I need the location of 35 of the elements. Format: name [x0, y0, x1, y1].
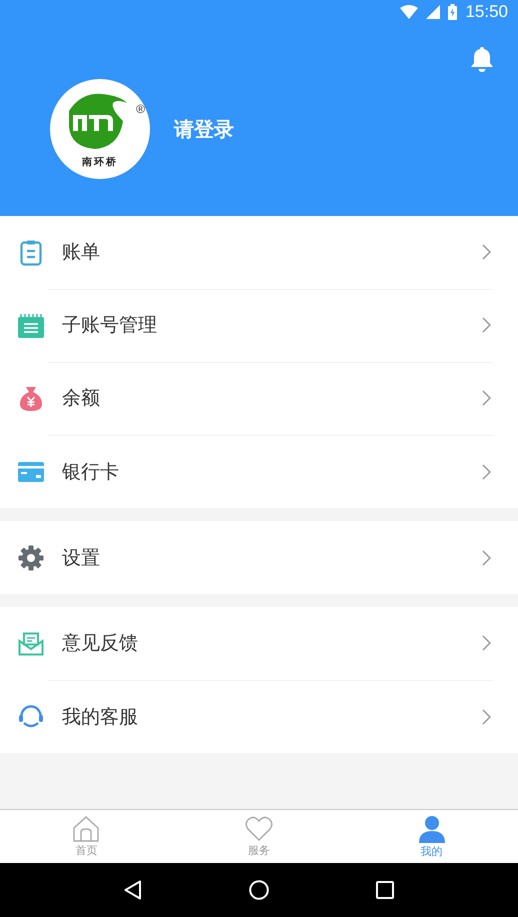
status-time: 15:50	[465, 2, 508, 22]
logo-badge[interactable]: ® 南环桥	[50, 79, 150, 179]
menu-item[interactable]: 账单	[0, 216, 518, 289]
menu-item[interactable]: 设置	[0, 521, 518, 594]
money-bag-icon	[19, 386, 43, 412]
headset-icon	[18, 704, 44, 730]
chevron-right-icon	[482, 317, 491, 333]
menu-item[interactable]: 银行卡	[0, 435, 518, 508]
heart-icon	[245, 816, 273, 842]
home-button-icon[interactable]	[248, 880, 269, 900]
settings-icon	[18, 544, 44, 570]
home-icon	[73, 816, 100, 842]
clipboard-icon	[20, 240, 42, 266]
menu-item[interactable]: 意见反馈	[0, 607, 518, 680]
chevron-right-icon	[482, 244, 491, 260]
chevron-right-icon	[482, 708, 491, 724]
menu-item[interactable]: 余额	[0, 362, 518, 435]
battery-icon	[448, 4, 458, 20]
bank-card-icon	[18, 462, 44, 482]
chevron-right-icon	[482, 550, 491, 566]
back-icon[interactable]	[124, 880, 142, 900]
chevron-right-icon	[482, 390, 491, 406]
envelope-icon	[18, 632, 44, 656]
bell-icon[interactable]	[470, 46, 494, 73]
chevron-right-icon	[482, 635, 491, 651]
wifi-icon	[400, 5, 418, 19]
signal-icon	[426, 5, 440, 19]
menu-item[interactable]: 我的客服	[0, 680, 518, 753]
chevron-right-icon	[482, 464, 491, 480]
person-icon	[418, 814, 446, 842]
recents-icon[interactable]	[376, 881, 394, 899]
logo-caption: 南环桥	[82, 156, 118, 169]
registered-mark: ®	[136, 102, 145, 116]
notepad-icon	[18, 314, 44, 338]
menu-item[interactable]: 子账号管理	[0, 289, 518, 362]
